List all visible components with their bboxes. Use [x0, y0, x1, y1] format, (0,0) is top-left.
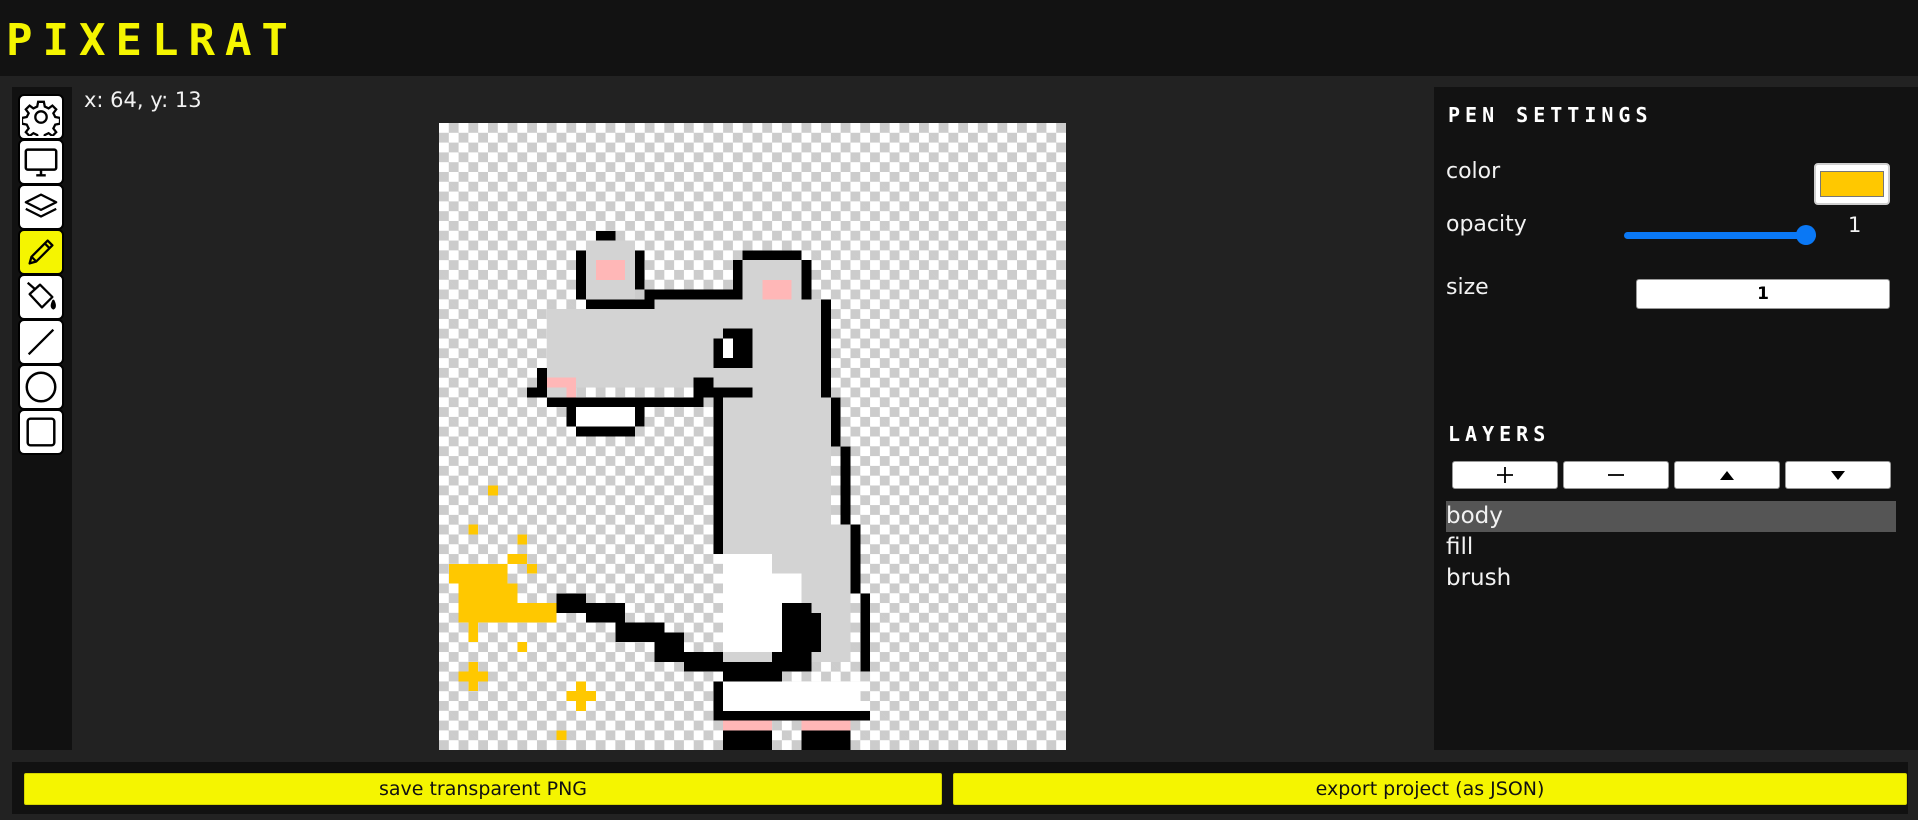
opacity-value: 1: [1848, 213, 1862, 237]
fill-tool-button[interactable]: [18, 274, 64, 320]
rectangle-tool-button[interactable]: [18, 409, 64, 455]
opacity-slider-track: [1624, 232, 1816, 239]
pen-tool-button[interactable]: [18, 229, 64, 275]
settings-tool-button[interactable]: [18, 94, 64, 140]
color-swatch: [1820, 171, 1884, 197]
pencil-icon: [28, 239, 54, 265]
square-icon: [26, 417, 56, 447]
layer-item-fill[interactable]: fill: [1446, 532, 1896, 563]
paint-bucket-icon: [26, 281, 56, 310]
opacity-slider-thumb[interactable]: [1796, 225, 1816, 245]
footer-bar: save transparent PNG export project (as …: [12, 762, 1908, 814]
save-png-button[interactable]: save transparent PNG: [24, 773, 942, 805]
minus-icon: [1608, 474, 1624, 476]
drawing-canvas[interactable]: [439, 123, 1066, 750]
triangle-up-icon: [1720, 471, 1734, 480]
layer-item-brush[interactable]: brush: [1446, 563, 1896, 594]
add-layer-button[interactable]: [1452, 461, 1558, 489]
line-icon: [27, 328, 55, 356]
remove-layer-button[interactable]: [1563, 461, 1669, 489]
tool-palette: [12, 87, 72, 750]
opacity-slider[interactable]: [1624, 224, 1816, 246]
gear-icon: [22, 100, 60, 136]
app-logo: PIXELRAT: [6, 14, 298, 66]
color-picker-button[interactable]: [1814, 163, 1890, 205]
plus-icon: [1497, 467, 1513, 483]
move-layer-down-button[interactable]: [1785, 461, 1891, 489]
layers-tool-button[interactable]: [18, 184, 64, 230]
layers-icon: [24, 193, 58, 218]
size-input[interactable]: 1: [1636, 279, 1890, 309]
line-tool-button[interactable]: [18, 319, 64, 365]
layer-list: body fill brush: [1446, 501, 1896, 594]
opacity-label: opacity: [1446, 212, 1527, 237]
monitor-icon: [24, 148, 58, 177]
properties-panel: PEN SETTINGS color opacity 1 size 1 LAYE…: [1434, 87, 1918, 750]
display-tool-button[interactable]: [18, 139, 64, 185]
move-layer-up-button[interactable]: [1674, 461, 1780, 489]
size-label: size: [1446, 275, 1489, 300]
pixel-art-rat: [448, 230, 871, 750]
layer-item-body[interactable]: body: [1446, 501, 1896, 532]
circle-icon: [25, 371, 57, 403]
pen-settings-title: PEN SETTINGS: [1448, 103, 1653, 127]
triangle-down-icon: [1831, 471, 1845, 480]
circle-tool-button[interactable]: [18, 364, 64, 410]
color-label: color: [1446, 159, 1501, 184]
app-header: PIXELRAT: [0, 0, 1918, 76]
layers-title: LAYERS: [1448, 422, 1551, 446]
export-json-button[interactable]: export project (as JSON): [953, 773, 1907, 805]
cursor-coordinates: x: 64, y: 13: [84, 88, 202, 112]
